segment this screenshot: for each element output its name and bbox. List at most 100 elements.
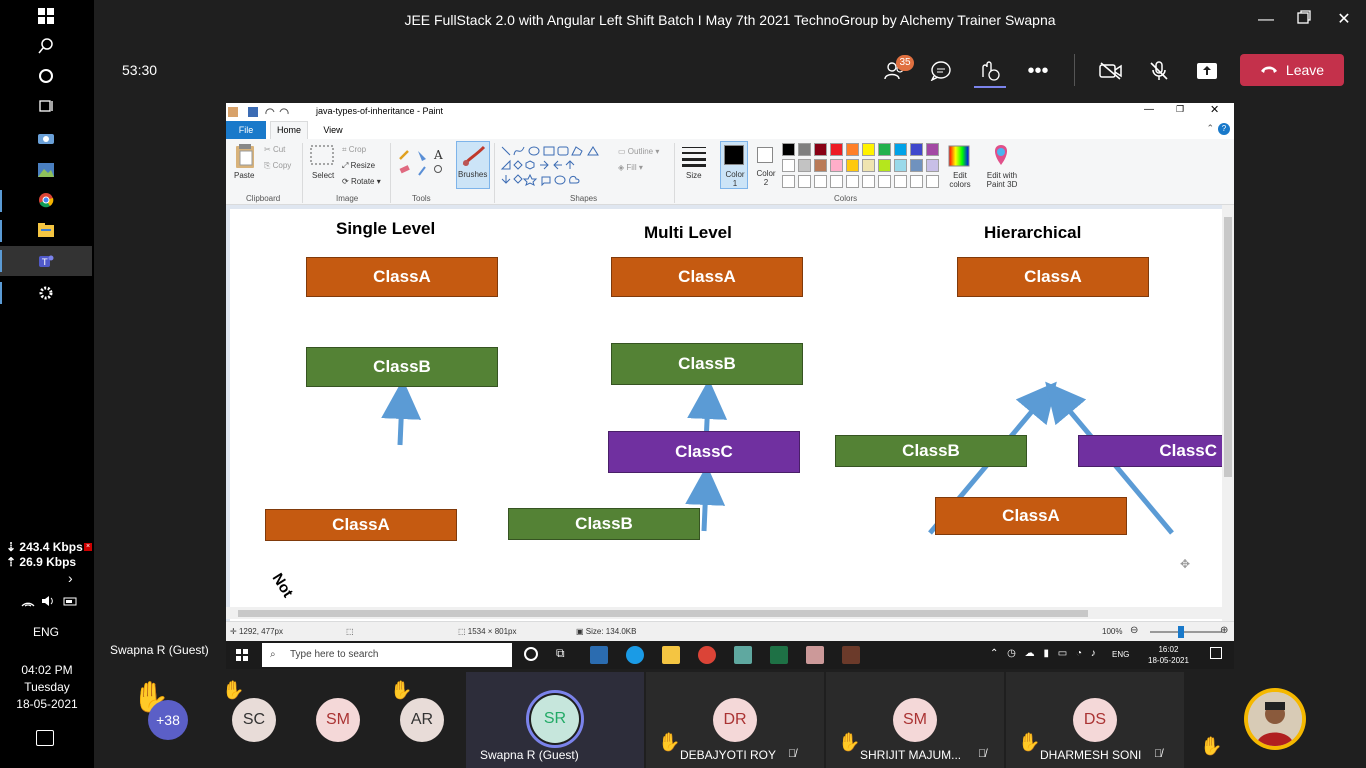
camera-off-icon[interactable] — [1094, 54, 1128, 88]
cortana-icon[interactable] — [30, 64, 62, 88]
app-icon[interactable] — [842, 646, 860, 664]
fill-dropdown[interactable]: ◈ Fill ▾ — [618, 163, 643, 172]
color-swatch[interactable] — [878, 143, 891, 156]
photos-app-icon[interactable] — [30, 158, 62, 182]
color-swatch[interactable] — [814, 175, 827, 188]
mail-app-icon[interactable] — [590, 646, 608, 664]
presenter-tile[interactable]: SR Swapna R (Guest) — [466, 672, 644, 768]
app-icon[interactable] — [734, 646, 752, 664]
quick-access-toolbar-icons[interactable] — [228, 106, 292, 118]
color-swatch[interactable] — [798, 143, 811, 156]
select-icon[interactable] — [310, 145, 334, 165]
maximize-icon[interactable] — [1294, 10, 1314, 30]
close-icon[interactable]: ✕ — [1334, 10, 1354, 30]
color-swatch[interactable] — [910, 159, 923, 172]
color-swatch[interactable] — [894, 175, 907, 188]
cortana-icon[interactable] — [524, 647, 538, 661]
color-swatch[interactable] — [798, 159, 811, 172]
minimize-icon[interactable]: — — [1256, 10, 1276, 30]
participant-tile[interactable]: ✋ AR — [382, 672, 462, 768]
zoom-out-icon[interactable]: ⊖ — [1130, 625, 1138, 636]
notification-icon[interactable] — [1210, 647, 1222, 659]
taskbar-clock[interactable]: 16:02 18-05-2021 — [1148, 644, 1189, 666]
reactions-icon[interactable] — [972, 54, 1006, 88]
edit-colors-button[interactable]: Edit colors — [946, 171, 974, 189]
participant-tile[interactable]: ✋ SC — [214, 672, 294, 768]
mic-off-icon[interactable] — [1142, 54, 1176, 88]
vertical-scroll-thumb[interactable] — [1224, 217, 1232, 477]
overflow-participants-tile[interactable]: ✋ +38 — [124, 672, 204, 768]
horizontal-scrollbar[interactable] — [226, 607, 1234, 619]
chat-icon[interactable] — [924, 54, 958, 88]
search-icon[interactable] — [30, 34, 62, 58]
color-swatch[interactable] — [846, 143, 859, 156]
participant-tile[interactable]: DR ✋ DEBAJYOTI ROY 🎙̸ — [646, 672, 824, 768]
color-swatch[interactable] — [814, 159, 827, 172]
color-swatch[interactable] — [910, 175, 923, 188]
paint-app-icon[interactable] — [806, 646, 824, 664]
file-explorer-icon[interactable] — [30, 218, 62, 242]
tab-file[interactable]: File — [226, 121, 266, 139]
color-swatch[interactable] — [862, 175, 875, 188]
paste-icon[interactable] — [234, 143, 256, 169]
outline-dropdown[interactable]: ▭ Outline ▾ — [618, 147, 659, 156]
camera-app-icon[interactable] — [30, 126, 62, 150]
edge-app-icon[interactable] — [626, 646, 644, 664]
edit-colors-icon[interactable] — [948, 145, 970, 167]
color2-button[interactable]: Color 2 — [752, 141, 780, 189]
taskbar-lang[interactable]: ENG — [1112, 650, 1129, 659]
color-swatch[interactable] — [926, 175, 939, 188]
tools-icons[interactable]: A — [398, 147, 448, 177]
paint-restore-icon[interactable]: ❐ — [1176, 104, 1184, 115]
size-button[interactable]: Size — [686, 171, 702, 180]
windows-start-icon[interactable] — [30, 4, 62, 28]
chrome-app-icon[interactable] — [698, 646, 716, 664]
color-swatch[interactable] — [814, 143, 827, 156]
color-swatch[interactable] — [782, 143, 795, 156]
chrome-app-icon[interactable] — [30, 188, 62, 212]
color-swatch[interactable] — [894, 159, 907, 172]
excel-app-icon[interactable] — [770, 646, 788, 664]
color-swatch[interactable] — [830, 159, 843, 172]
help-icon[interactable]: ? — [1218, 123, 1230, 135]
participant-tile[interactable]: SM ✋ SHRIJIT MAJUM... 🎙̸ — [826, 672, 1004, 768]
windows-start-icon[interactable] — [236, 649, 248, 661]
color-swatch[interactable] — [782, 175, 795, 188]
color-swatch[interactable] — [862, 159, 875, 172]
color-swatch[interactable] — [878, 175, 891, 188]
self-tile[interactable]: ✋ — [1186, 672, 1366, 768]
tray-icons[interactable]: ⌃ ◷ ☁ ▮ ▭ ◔ ♪ — [990, 648, 1099, 659]
chevron-right-icon[interactable]: › — [68, 570, 73, 586]
color-swatch[interactable] — [894, 143, 907, 156]
tab-view[interactable]: View — [318, 121, 348, 139]
size-icon[interactable] — [682, 145, 706, 167]
horizontal-scroll-thumb[interactable] — [238, 610, 1088, 617]
color-swatch[interactable] — [846, 159, 859, 172]
participant-tile[interactable]: DS ✋ DHARMESH SONI 🎙̸ — [1006, 672, 1184, 768]
teams-app-icon[interactable]: T — [30, 249, 62, 273]
language-indicator[interactable]: ENG — [33, 625, 59, 639]
file-explorer-icon[interactable] — [662, 646, 680, 664]
system-tray-icons[interactable] — [20, 594, 80, 611]
system-clock[interactable]: 04:02 PM Tuesday 18-05-2021 — [0, 662, 94, 713]
color-swatch[interactable] — [910, 143, 923, 156]
notification-icon[interactable] — [36, 730, 54, 746]
zoom-slider[interactable] — [1150, 631, 1222, 633]
paint-close-icon[interactable]: ✕ — [1210, 103, 1219, 116]
color-palette[interactable] — [782, 143, 946, 191]
color-swatch[interactable] — [926, 159, 939, 172]
color-swatch[interactable] — [830, 143, 843, 156]
shapes-gallery[interactable] — [500, 145, 612, 187]
color1-button[interactable]: Color 1 — [720, 141, 748, 189]
paint-canvas[interactable]: Single Level Multi Level Hierarchical Cl… — [230, 209, 1222, 669]
task-view-icon[interactable]: ⧉ — [556, 646, 565, 661]
color-swatch[interactable] — [878, 159, 891, 172]
rotate-button[interactable]: ⟳ Rotate ▾ — [342, 177, 381, 186]
paint-minimize-icon[interactable]: — — [1144, 104, 1154, 115]
crop-button[interactable]: ⌗ Crop — [342, 145, 366, 155]
color-swatch[interactable] — [798, 175, 811, 188]
copy-button[interactable]: ⎘ Copy — [264, 161, 291, 171]
vertical-scrollbar[interactable] — [1222, 205, 1234, 669]
color-swatch[interactable] — [782, 159, 795, 172]
color-swatch[interactable] — [926, 143, 939, 156]
